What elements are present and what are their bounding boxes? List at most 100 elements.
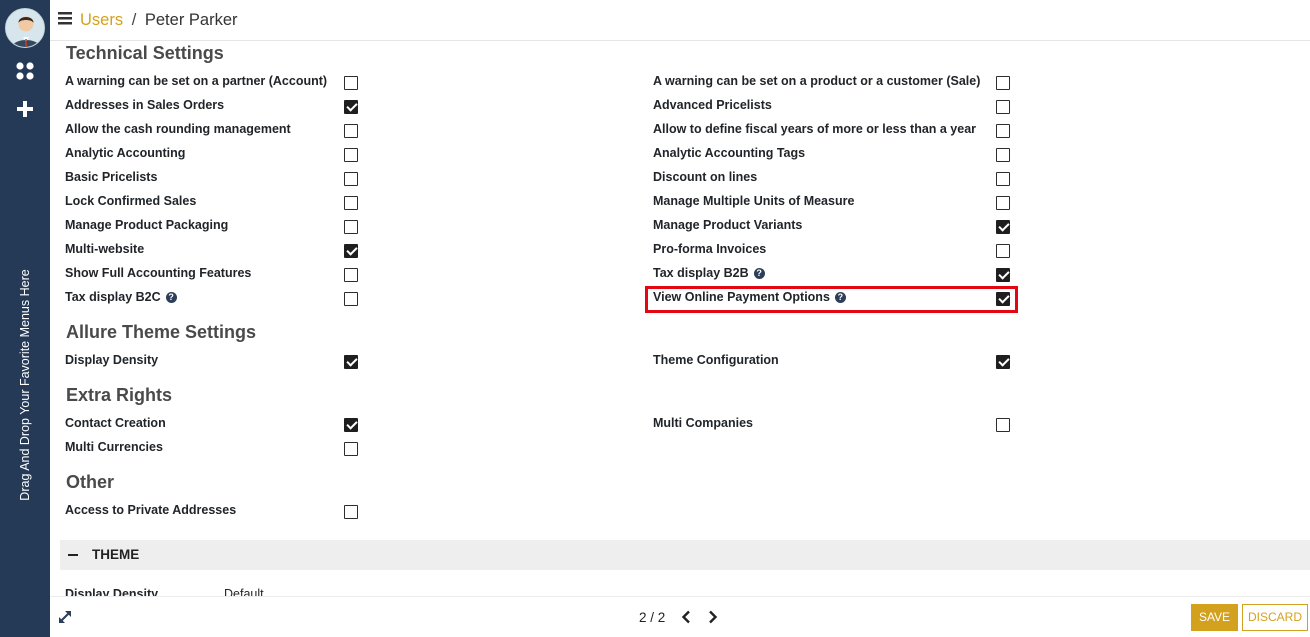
checkbox-theme-configuration[interactable] [996,355,1010,369]
app-sidebar: Drag And Drop Your Favorite Menus Here [0,0,50,637]
help-question-icon[interactable]: ? [165,291,177,303]
checkbox-manage-product-variants[interactable] [996,220,1010,234]
field-label-text: Multi Currencies [65,440,163,454]
field-label-text: Tax display B2C [65,290,161,304]
discard-button[interactable]: DISCARD [1242,604,1308,631]
field-label-text: A warning can be set on a product or a c… [653,74,981,88]
checkbox-analytic-accounting-tags[interactable] [996,148,1010,162]
pager-previous-icon[interactable] [681,610,691,629]
field-label-allow-the-cash-rounding-management: Allow the cash rounding management [65,122,291,136]
field-label-manage-product-variants: Manage Product Variants [653,218,802,232]
section-title-extra-rights: Extra Rights [66,385,173,405]
expand-icon[interactable] [58,610,72,629]
field-label-tax-display-b2c: Tax display B2C? [65,290,177,304]
checkbox-analytic-accounting[interactable] [344,148,358,162]
checkbox-manage-multiple-units-of-measure[interactable] [996,196,1010,210]
field-label-analytic-accounting-tags: Analytic Accounting Tags [653,146,805,160]
field-label-multi-currencies: Multi Currencies [65,440,163,454]
field-label-text: A warning can be set on a partner (Accou… [65,74,328,88]
checkbox-addresses-in-sales-orders[interactable] [344,100,358,114]
field-label-analytic-accounting: Analytic Accounting [65,146,185,160]
field-label-text: Addresses in Sales Orders [65,98,225,112]
field-label-pro-forma-invoices: Pro-forma Invoices [653,242,766,256]
checkbox-access-to-private-addresses[interactable] [344,505,358,519]
checkbox-allow-the-cash-rounding-management[interactable] [344,124,358,138]
field-label-theme-configuration: Theme Configuration [653,353,779,367]
save-button[interactable]: SAVE [1191,604,1238,631]
add-plus-icon[interactable] [0,99,50,119]
field-label-text: Access to Private Addresses [65,503,237,517]
checkbox-discount-on-lines[interactable] [996,172,1010,186]
breadcrumb-users-link[interactable]: Users [80,11,123,29]
field-label-text: Analytic Accounting Tags [653,146,806,160]
field-label-text: Manage Product Packaging [65,218,229,232]
favorite-menus-dropzone[interactable]: Drag And Drop Your Favorite Menus Here [0,255,50,515]
checkbox-tax-display-b2b[interactable] [996,268,1010,282]
field-label-text: Theme Configuration [653,353,779,367]
breadcrumb: Users / Peter Parker [80,11,238,30]
theme-density-value: Default [224,587,264,596]
section-title-allure: Allure Theme Settings [66,322,257,342]
collapse-minus-icon[interactable] [68,554,78,556]
field-label-text: Multi-website [65,242,145,256]
field-label-manage-multiple-units-of-measure: Manage Multiple Units of Measure [653,194,854,208]
checkbox-a-warning-can-be-set-on-a-partner-account[interactable] [344,76,358,90]
checkbox-lock-confirmed-sales[interactable] [344,196,358,210]
form-footer: 2 / 2 SAVE DISCARD [50,596,1310,637]
apps-grid-icon[interactable] [0,61,50,81]
field-label-text: Tax display B2B [653,266,749,280]
field-label-text: Allow the cash rounding management [65,122,291,136]
checkbox-advanced-pricelists[interactable] [996,100,1010,114]
checkbox-pro-forma-invoices[interactable] [996,244,1010,258]
field-label-manage-product-packaging: Manage Product Packaging [65,218,228,232]
field-label-text: Advanced Pricelists [653,98,772,112]
highlight-annotation [645,286,1018,313]
field-label-text: Manage Multiple Units of Measure [653,194,855,208]
field-label-text: Show Full Accounting Features [65,266,252,280]
field-label-basic-pricelists: Basic Pricelists [65,170,157,184]
field-label-lock-confirmed-sales: Lock Confirmed Sales [65,194,196,208]
theme-density-label: Display Density [65,587,159,596]
menu-toggle-icon[interactable] [58,12,72,30]
checkbox-display-density[interactable] [344,355,358,369]
section-title-other: Other [66,472,115,492]
checkbox-multi-companies[interactable] [996,418,1010,432]
field-label-show-full-accounting-features: Show Full Accounting Features [65,266,251,280]
field-label-text: Multi Companies [653,416,754,430]
checkbox-tax-display-b2c[interactable] [344,292,358,306]
checkbox-allow-to-define-fiscal-years-of-more-or-less-than-a-year[interactable] [996,124,1010,138]
field-label-a-warning-can-be-set-on-a-product-or-a-customer-sale: A warning can be set on a product or a c… [653,74,980,88]
checkbox-manage-product-packaging[interactable] [344,220,358,234]
control-panel-header: Users / Peter Parker [50,0,1310,41]
field-label-tax-display-b2b: Tax display B2B? [653,266,765,280]
field-label-text: Manage Product Variants [653,218,803,232]
breadcrumb-current: Peter Parker [144,11,238,29]
breadcrumb-separator: / [131,11,137,29]
checkbox-multi-website[interactable] [344,244,358,258]
field-label-addresses-in-sales-orders: Addresses in Sales Orders [65,98,224,112]
field-label-access-to-private-addresses: Access to Private Addresses [65,503,236,517]
theme-panel-header[interactable]: THEME [60,540,1310,570]
user-avatar[interactable] [5,8,45,48]
checkbox-a-warning-can-be-set-on-a-product-or-a-customer-sale[interactable] [996,76,1010,90]
checkbox-show-full-accounting-features[interactable] [344,268,358,282]
field-label-advanced-pricelists: Advanced Pricelists [653,98,772,112]
checkbox-basic-pricelists[interactable] [344,172,358,186]
field-label-multi-companies: Multi Companies [653,416,753,430]
pager-next-icon[interactable] [708,610,718,629]
field-label-text: Basic Pricelists [65,170,158,184]
form-content: Technical Settings A warning can be set … [50,41,1310,596]
avatar-image [11,16,41,47]
theme-panel-title: THEME [92,547,140,562]
section-title-technical: Technical Settings [66,43,224,63]
field-label-a-warning-can-be-set-on-a-partner-account: A warning can be set on a partner (Accou… [65,74,327,88]
field-label-display-density: Display Density [65,353,158,367]
field-label-text: Pro-forma Invoices [653,242,767,256]
favorite-menus-hint: Drag And Drop Your Favorite Menus Here [18,269,32,501]
help-question-icon[interactable]: ? [753,267,765,279]
field-label-text: Analytic Accounting [65,146,186,160]
checkbox-contact-creation[interactable] [344,418,358,432]
field-label-contact-creation: Contact Creation [65,416,166,430]
checkbox-multi-currencies[interactable] [344,442,358,456]
field-label-text: Discount on lines [653,170,758,184]
